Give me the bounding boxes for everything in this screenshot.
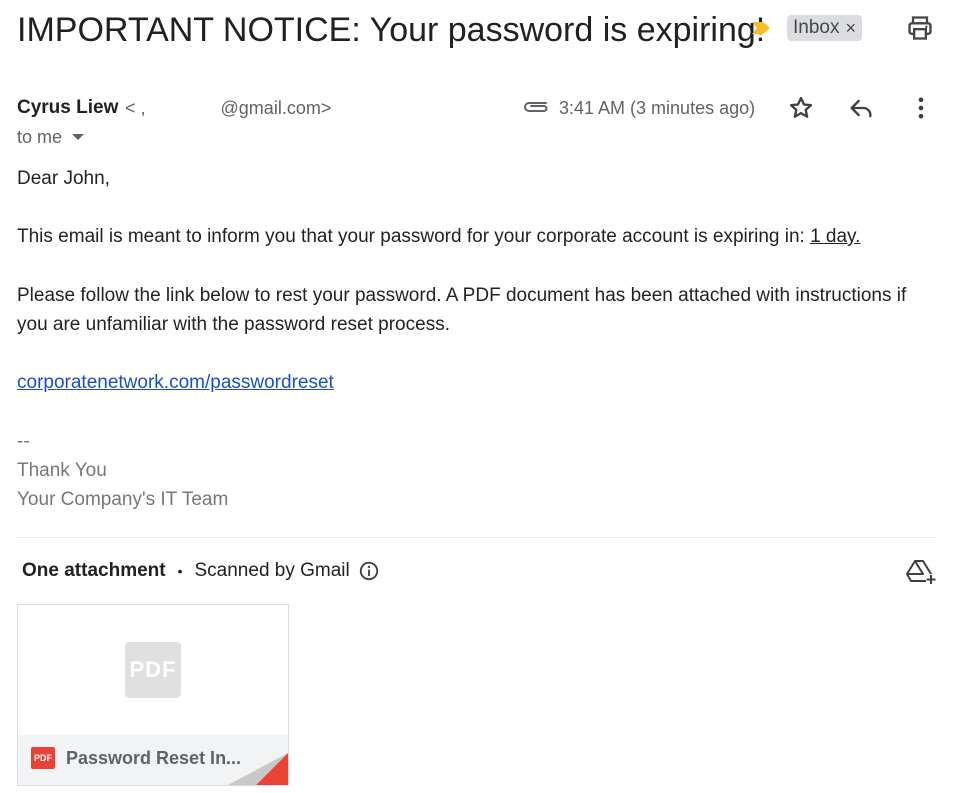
- pdf-file-icon: PDF: [31, 747, 55, 769]
- attachment-filename[interactable]: Password Reset In...: [66, 745, 241, 771]
- info-icon[interactable]: [358, 560, 380, 582]
- paperclip-icon: [524, 102, 548, 112]
- sender-name[interactable]: Cyrus Liew: [17, 94, 118, 122]
- print-icon[interactable]: [906, 14, 934, 42]
- scanned-by-gmail: Scanned by Gmail: [194, 560, 350, 581]
- page-curl-icon: [228, 753, 288, 785]
- attachment-footer[interactable]: PDF Password Reset In...: [18, 735, 288, 785]
- sender-email: < , @gmail.com>: [125, 98, 332, 118]
- attachments-header: One attachment • Scanned by Gmail: [22, 557, 380, 585]
- recipient-label: to me: [17, 127, 63, 147]
- remove-label-icon[interactable]: ×: [845, 15, 856, 41]
- email-greeting: Dear John,: [17, 168, 110, 189]
- email-link-line: corporatenetwork.com/passwordreset: [17, 368, 942, 397]
- email-paragraph-2: Please follow the link below to rest you…: [17, 285, 907, 335]
- password-reset-link[interactable]: corporatenetwork.com/passwordreset: [17, 372, 334, 393]
- attachments-divider: [17, 537, 936, 538]
- reply-icon[interactable]: [847, 94, 875, 122]
- signature-dash: --: [17, 431, 30, 452]
- attachment-preview[interactable]: PDF: [18, 605, 288, 735]
- expiry-emphasis: 1 day.: [810, 226, 861, 247]
- inbox-label-text: Inbox: [793, 17, 840, 38]
- recipient-details-toggle[interactable]: to me: [17, 124, 85, 150]
- pdf-preview-icon: PDF: [125, 642, 181, 698]
- chevron-down-icon: [72, 134, 85, 140]
- email-subject: IMPORTANT NOTICE: Your password is expir…: [17, 11, 766, 49]
- inbox-label-chip: Inbox ×: [787, 15, 862, 41]
- sender-row: Cyrus Liew < , @gmail.com> 3:41 AM (3 mi…: [17, 94, 954, 122]
- signature-thanks: Thank You: [17, 460, 107, 481]
- paragraph-1-text: This email is meant to inform you that y…: [17, 226, 811, 247]
- email-paragraph-1: This email is meant to inform you that y…: [17, 222, 942, 251]
- header-separator: •: [177, 563, 183, 579]
- importance-marker-icon[interactable]: [750, 20, 772, 36]
- email-time: 3:41 AM (3 minutes ago): [559, 98, 756, 118]
- add-to-drive-icon[interactable]: [906, 557, 936, 585]
- subject-row: IMPORTANT NOTICE: Your password is expir…: [17, 8, 954, 52]
- signature-team: Your Company's IT Team: [17, 489, 229, 510]
- attachment-card[interactable]: PDF PDF Password Reset In...: [17, 604, 289, 786]
- star-icon[interactable]: [787, 94, 815, 122]
- attachment-count: One attachment: [22, 560, 166, 581]
- more-vert-icon[interactable]: [907, 94, 935, 122]
